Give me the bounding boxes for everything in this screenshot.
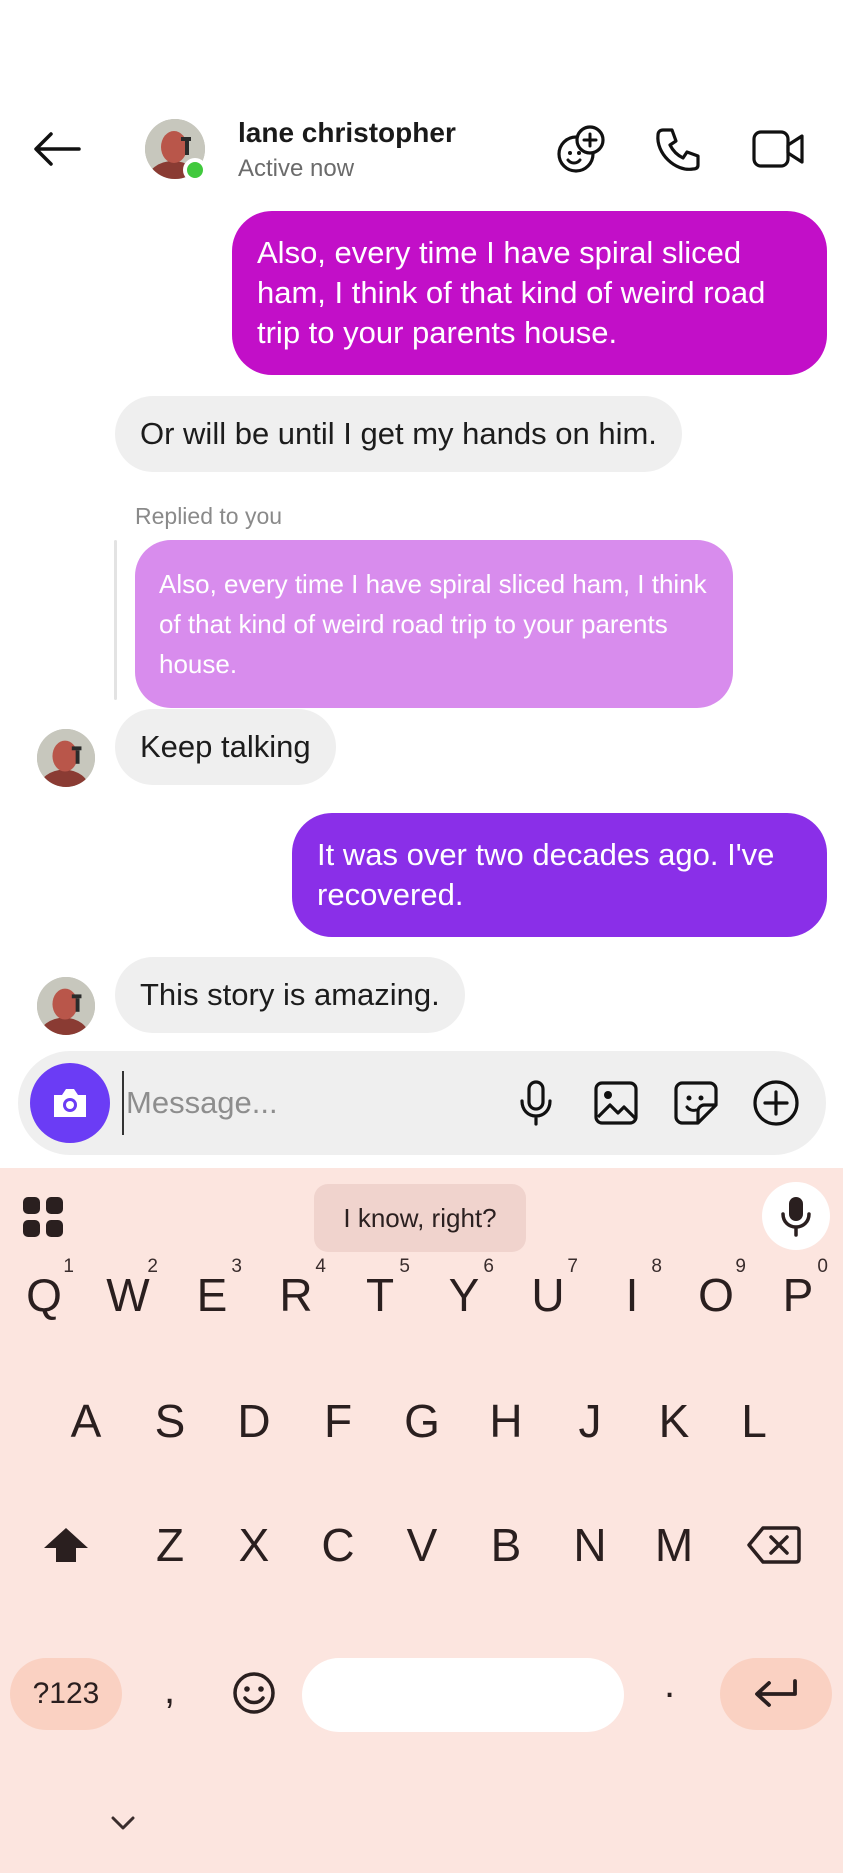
key-y[interactable]: Y6 xyxy=(424,1240,504,1350)
chat-header: lane christopher Active now xyxy=(0,95,843,205)
avatar[interactable] xyxy=(37,729,95,787)
message-text: Keep talking xyxy=(140,729,311,764)
message-text: This story is amazing. xyxy=(140,977,440,1012)
message-text: Also, every time I have spiral sliced ha… xyxy=(257,235,766,350)
key-h[interactable]: H xyxy=(466,1366,546,1476)
reply-indicator-line xyxy=(114,540,117,700)
message-text: It was over two decades ago. I've recove… xyxy=(317,837,775,912)
key-i[interactable]: I8 xyxy=(592,1240,672,1350)
keyboard: I know, right? Q1 W2 E3 R4 T5 Y6 U7 I8 O… xyxy=(0,1168,843,1873)
hide-keyboard-chevron-icon[interactable] xyxy=(108,1808,138,1838)
sticker-icon[interactable] xyxy=(666,1073,726,1133)
avatar[interactable] xyxy=(37,977,95,1035)
message-text: Or will be until I get my hands on him. xyxy=(140,416,657,451)
emoji-icon[interactable] xyxy=(214,1638,294,1748)
symbols-key[interactable]: ?123 xyxy=(10,1658,122,1730)
key-o[interactable]: O9 xyxy=(676,1240,756,1350)
key-p[interactable]: P0 xyxy=(758,1240,838,1350)
key-g[interactable]: G xyxy=(382,1366,462,1476)
key-d[interactable]: D xyxy=(214,1366,294,1476)
key-r[interactable]: R4 xyxy=(256,1240,336,1350)
key-k[interactable]: K xyxy=(634,1366,714,1476)
key-v[interactable]: V xyxy=(382,1490,462,1600)
key-n[interactable]: N xyxy=(550,1490,630,1600)
microphone-icon[interactable] xyxy=(506,1073,566,1133)
shift-icon[interactable] xyxy=(26,1490,106,1600)
plus-icon[interactable] xyxy=(746,1073,806,1133)
camera-icon[interactable] xyxy=(30,1063,110,1143)
message-bubble-incoming[interactable]: Keep talking xyxy=(115,709,336,785)
key-b[interactable]: B xyxy=(466,1490,546,1600)
enter-icon[interactable] xyxy=(720,1658,832,1730)
contact-status: Active now xyxy=(238,155,355,182)
online-status-dot xyxy=(183,158,207,182)
key-s[interactable]: S xyxy=(130,1366,210,1476)
key-e[interactable]: E3 xyxy=(172,1240,252,1350)
key-a[interactable]: A xyxy=(46,1366,126,1476)
message-composer xyxy=(18,1051,826,1155)
message-bubble-outgoing[interactable]: Also, every time I have spiral sliced ha… xyxy=(232,211,827,375)
key-l[interactable]: L xyxy=(714,1366,794,1476)
reply-label: Replied to you xyxy=(135,503,283,529)
quoted-text: Also, every time I have spiral sliced ha… xyxy=(159,569,707,679)
key-u[interactable]: U7 xyxy=(508,1240,588,1350)
backspace-icon[interactable] xyxy=(734,1490,814,1600)
space-key[interactable] xyxy=(302,1658,624,1732)
back-arrow-icon[interactable] xyxy=(30,127,84,171)
key-t[interactable]: T5 xyxy=(340,1240,420,1350)
message-input[interactable] xyxy=(122,1071,502,1135)
key-z[interactable]: Z xyxy=(130,1490,210,1600)
key-x[interactable]: X xyxy=(214,1490,294,1600)
contact-name[interactable]: lane christopher xyxy=(238,117,456,149)
key-m[interactable]: M xyxy=(634,1490,714,1600)
add-effects-icon[interactable] xyxy=(553,121,609,177)
video-call-icon[interactable] xyxy=(750,121,806,177)
message-bubble-incoming[interactable]: This story is amazing. xyxy=(115,957,465,1033)
key-w[interactable]: W2 xyxy=(88,1240,168,1350)
key-comma[interactable]: , xyxy=(164,1668,175,1713)
message-bubble-incoming[interactable]: Or will be until I get my hands on him. xyxy=(115,396,682,472)
key-f[interactable]: F xyxy=(298,1366,378,1476)
quoted-message[interactable]: Also, every time I have spiral sliced ha… xyxy=(135,540,733,708)
key-period[interactable]: . xyxy=(664,1662,675,1707)
phone-icon[interactable] xyxy=(651,121,707,177)
apps-grid-icon[interactable] xyxy=(22,1196,66,1240)
message-bubble-outgoing[interactable]: It was over two decades ago. I've recove… xyxy=(292,813,827,937)
key-q[interactable]: Q1 xyxy=(4,1240,84,1350)
gallery-icon[interactable] xyxy=(586,1073,646,1133)
key-j[interactable]: J xyxy=(550,1366,630,1476)
key-c[interactable]: C xyxy=(298,1490,378,1600)
